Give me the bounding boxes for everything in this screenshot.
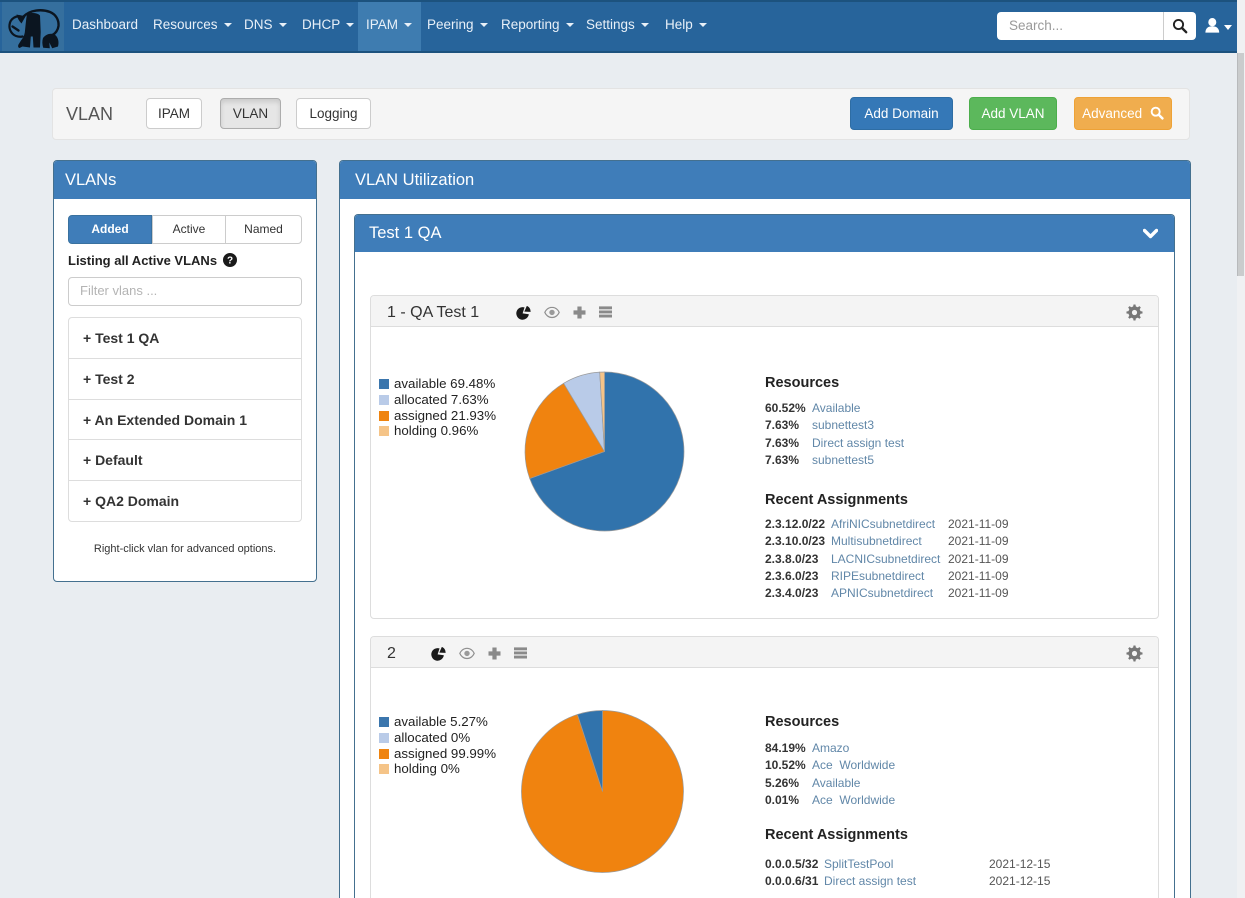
svg-text:?: ? <box>227 256 233 267</box>
